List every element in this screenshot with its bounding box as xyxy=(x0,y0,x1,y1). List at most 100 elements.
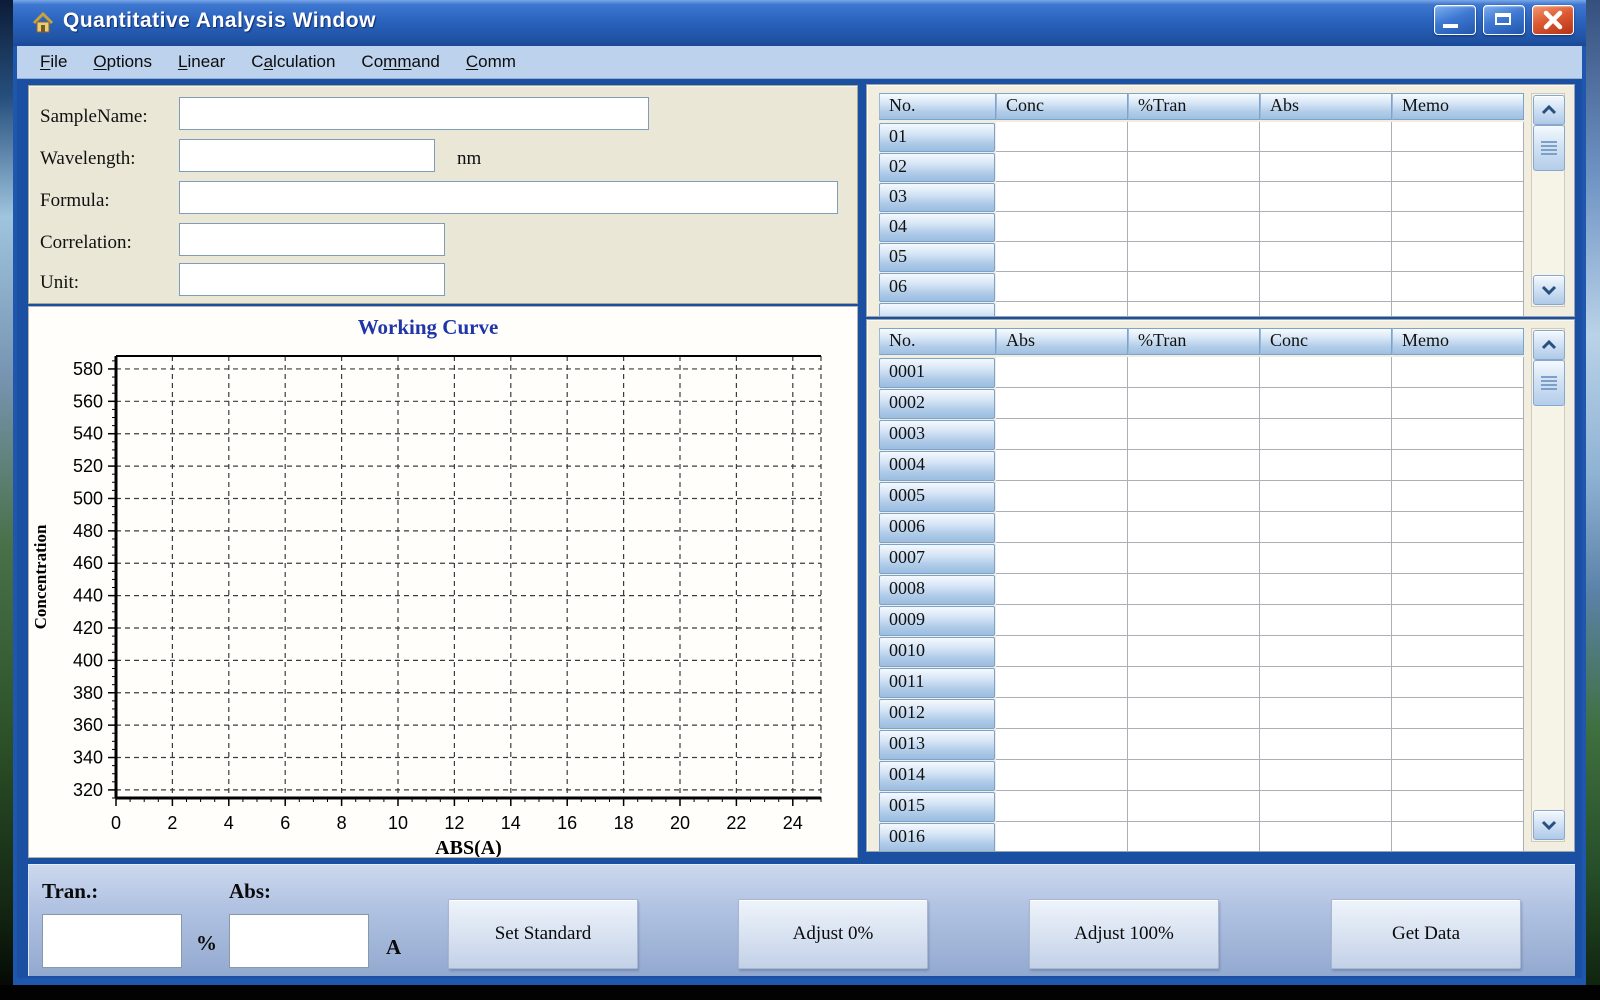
samples-cell[interactable] xyxy=(996,419,1128,450)
samples-cell[interactable] xyxy=(1260,698,1392,729)
tran-input[interactable] xyxy=(42,914,182,968)
samples-cell[interactable] xyxy=(1128,388,1260,419)
standards-cell[interactable] xyxy=(1392,302,1524,316)
samples-cell[interactable] xyxy=(1128,760,1260,791)
samples-cell[interactable] xyxy=(996,543,1128,574)
standards-cell[interactable] xyxy=(1260,152,1392,182)
abs-input[interactable] xyxy=(229,914,369,968)
samples-cell[interactable] xyxy=(1260,512,1392,543)
samples-cell[interactable] xyxy=(1128,667,1260,698)
samples-cell[interactable] xyxy=(996,636,1128,667)
samples-cell[interactable] xyxy=(1128,450,1260,481)
samples-row-number-button[interactable]: 0011 xyxy=(879,668,995,698)
samples-cell[interactable] xyxy=(996,698,1128,729)
standards-cell[interactable] xyxy=(1128,152,1260,182)
standards-cell[interactable] xyxy=(1128,242,1260,272)
samples-cell[interactable] xyxy=(1260,636,1392,667)
wavelength-input[interactable] xyxy=(179,139,435,172)
samples-row-number-button[interactable]: 0013 xyxy=(879,730,995,760)
scrollbar-thumb[interactable] xyxy=(1533,360,1565,406)
standards-cell[interactable] xyxy=(1260,242,1392,272)
standards-cell[interactable] xyxy=(1128,272,1260,302)
samples-cell[interactable] xyxy=(996,760,1128,791)
standards-cell[interactable] xyxy=(996,152,1128,182)
standards-cell[interactable] xyxy=(1128,212,1260,242)
samples-cell[interactable] xyxy=(1260,543,1392,574)
standards-cell[interactable] xyxy=(1392,182,1524,212)
samples-cell[interactable] xyxy=(1392,574,1524,605)
samples-row-number-button[interactable]: 0003 xyxy=(879,420,995,450)
menu-item-comm[interactable]: Comm xyxy=(453,49,529,75)
samples-cell[interactable] xyxy=(996,605,1128,636)
samples-cell[interactable] xyxy=(1128,357,1260,388)
samples-cell[interactable] xyxy=(1128,574,1260,605)
samples-cell[interactable] xyxy=(996,512,1128,543)
standards-row-number-button[interactable]: 03 xyxy=(879,183,995,212)
samples-row-number-button[interactable]: 0007 xyxy=(879,544,995,574)
samples-cell[interactable] xyxy=(1128,605,1260,636)
samples-cell[interactable] xyxy=(1260,357,1392,388)
samples-cell[interactable] xyxy=(1392,543,1524,574)
standards-row-number-button[interactable]: 06 xyxy=(879,273,995,302)
standards-cell[interactable] xyxy=(996,122,1128,152)
standards-row-number-button[interactable]: 01 xyxy=(879,123,995,152)
samples-cell[interactable] xyxy=(1392,512,1524,543)
samples-cell[interactable] xyxy=(1392,667,1524,698)
samples-row-number-button[interactable]: 0001 xyxy=(879,358,995,388)
standards-row-number-button[interactable] xyxy=(879,303,995,316)
samples-cell[interactable] xyxy=(1260,760,1392,791)
scroll-up-button[interactable] xyxy=(1533,330,1565,360)
standards-cell[interactable] xyxy=(1128,302,1260,316)
samples-cell[interactable] xyxy=(1260,605,1392,636)
get-data-button[interactable]: Get Data xyxy=(1331,899,1521,969)
samples-row-number-button[interactable]: 0014 xyxy=(879,761,995,791)
formula-input[interactable] xyxy=(179,181,838,214)
standards-cell[interactable] xyxy=(1392,122,1524,152)
samples-row-number-button[interactable]: 0012 xyxy=(879,699,995,729)
samples-cell[interactable] xyxy=(996,450,1128,481)
samples-cell[interactable] xyxy=(1128,543,1260,574)
maximize-button[interactable] xyxy=(1483,5,1525,35)
samples-cell[interactable] xyxy=(1128,729,1260,760)
samples-cell[interactable] xyxy=(996,791,1128,822)
correlation-input[interactable] xyxy=(179,223,445,256)
samples-cell[interactable] xyxy=(1260,667,1392,698)
samples-cell[interactable] xyxy=(1392,357,1524,388)
samples-cell[interactable] xyxy=(1128,419,1260,450)
samples-row-number-button[interactable]: 0004 xyxy=(879,451,995,481)
samples-cell[interactable] xyxy=(1260,574,1392,605)
standards-cell[interactable] xyxy=(1260,272,1392,302)
standards-cell[interactable] xyxy=(996,182,1128,212)
samples-row-number-button[interactable]: 0006 xyxy=(879,513,995,543)
samples-cell[interactable] xyxy=(1392,605,1524,636)
samples-cell[interactable] xyxy=(1260,791,1392,822)
samples-cell[interactable] xyxy=(996,574,1128,605)
minimize-button[interactable] xyxy=(1434,5,1476,35)
samples-cell[interactable] xyxy=(996,667,1128,698)
menu-item-options[interactable]: Options xyxy=(80,49,165,75)
sample-name-input[interactable] xyxy=(179,97,649,130)
standards-cell[interactable] xyxy=(996,242,1128,272)
adjust-100-button[interactable]: Adjust 100% xyxy=(1029,899,1219,969)
standards-cell[interactable] xyxy=(1392,212,1524,242)
scroll-down-button[interactable] xyxy=(1533,275,1565,305)
standards-cell[interactable] xyxy=(1128,122,1260,152)
samples-row-number-button[interactable]: 0009 xyxy=(879,606,995,636)
standards-row-number-button[interactable]: 02 xyxy=(879,153,995,182)
samples-cell[interactable] xyxy=(1392,388,1524,419)
samples-cell[interactable] xyxy=(1392,450,1524,481)
samples-cell[interactable] xyxy=(1128,481,1260,512)
samples-scrollbar[interactable] xyxy=(1531,328,1565,842)
standards-scrollbar[interactable] xyxy=(1531,93,1565,307)
samples-cell[interactable] xyxy=(996,357,1128,388)
samples-cell[interactable] xyxy=(1128,512,1260,543)
samples-cell[interactable] xyxy=(996,729,1128,760)
samples-cell[interactable] xyxy=(996,481,1128,512)
close-button[interactable] xyxy=(1532,5,1574,35)
adjust-0-button[interactable]: Adjust 0% xyxy=(738,899,928,969)
menu-item-file[interactable]: File xyxy=(27,49,80,75)
scroll-up-button[interactable] xyxy=(1533,95,1565,125)
standards-cell[interactable] xyxy=(996,272,1128,302)
menu-item-command[interactable]: Command xyxy=(348,49,452,75)
samples-cell[interactable] xyxy=(1260,388,1392,419)
